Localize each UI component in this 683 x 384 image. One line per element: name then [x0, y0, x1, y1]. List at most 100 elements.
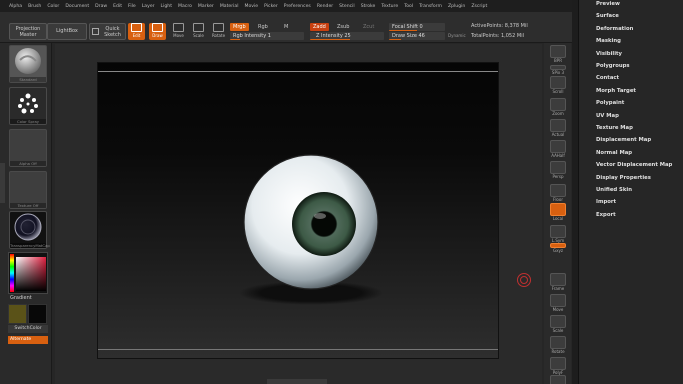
tool-menu-morph-target[interactable]: Morph Target: [596, 88, 636, 94]
tool-menu-display-properties[interactable]: Display Properties: [596, 175, 651, 181]
tool-menu-deformation[interactable]: Deformation: [596, 26, 633, 32]
dynamic-button[interactable]: Dynamic: [448, 33, 466, 38]
lightbox-button[interactable]: LightBox: [47, 23, 87, 40]
alpha-slot[interactable]: Alpha Off: [9, 129, 47, 167]
menu-texture[interactable]: Texture: [381, 4, 398, 9]
menu-marker[interactable]: Marker: [198, 4, 214, 9]
menu-material[interactable]: Material: [220, 4, 239, 9]
tool-menu-export[interactable]: Export: [596, 212, 616, 218]
focal-shift-slider[interactable]: Focal Shift 0: [389, 23, 445, 31]
polyf-icon: [550, 357, 566, 370]
viewport-bottom-handle[interactable]: [267, 379, 327, 384]
rgb-button[interactable]: Rgb: [255, 23, 271, 31]
menu-draw[interactable]: Draw: [95, 4, 107, 9]
quick-sketch-button[interactable]: Quick Sketch: [89, 23, 126, 40]
xyz-dock-button[interactable]: Gxyz: [547, 243, 569, 264]
menu-stencil[interactable]: Stencil: [339, 4, 355, 9]
move-dock-button[interactable]: Move: [547, 294, 569, 315]
zsub-button[interactable]: Zsub: [334, 23, 352, 31]
texture-slot[interactable]: Texture Off: [9, 171, 47, 209]
left-tray-handle[interactable]: [0, 163, 5, 203]
saturation-field[interactable]: [16, 257, 46, 291]
tool-menu-polygroups[interactable]: Polygroups: [596, 63, 630, 69]
main-color-swatch[interactable]: [8, 304, 27, 324]
quick-sketch-icon: [92, 28, 99, 35]
menu-zscript[interactable]: Zscript: [471, 4, 487, 9]
tool-menu-contact[interactable]: Contact: [596, 75, 619, 81]
color-picker[interactable]: [8, 252, 48, 294]
z-intensity-slider[interactable]: Z Intensity 25: [310, 32, 384, 40]
canvas-floor-line: [98, 349, 498, 350]
menu-tool[interactable]: Tool: [404, 4, 413, 9]
projection-master-button[interactable]: Projection Master: [9, 23, 47, 40]
local-dock-button[interactable]: Local: [547, 203, 569, 224]
brush-slot[interactable]: Standard: [9, 45, 47, 83]
scroll-dock-button[interactable]: Scroll: [547, 76, 569, 97]
eyeball-model[interactable]: [98, 63, 500, 360]
hue-strip[interactable]: [10, 254, 14, 292]
menu-render[interactable]: Render: [317, 4, 333, 9]
scale-tool-button[interactable]: Scale: [190, 23, 207, 40]
aahalf-label: AAHalf: [551, 153, 565, 158]
draw-size-slider[interactable]: Draw Size 46: [389, 32, 445, 40]
menu-light[interactable]: Light: [161, 4, 172, 9]
tool-menu-preview[interactable]: Preview: [596, 1, 620, 7]
texture-name: Texture Off: [10, 203, 46, 208]
menu-picker[interactable]: Picker: [264, 4, 278, 9]
menu-layer[interactable]: Layer: [142, 4, 155, 9]
material-slot[interactable]: TransparencyMatCap: [9, 211, 50, 249]
alternate-button[interactable]: Alternate: [8, 336, 48, 344]
tool-menu-unified-skin[interactable]: Unified Skin: [596, 187, 632, 193]
rotate-tool-button[interactable]: Rotate: [210, 23, 227, 40]
zcut-button[interactable]: Zcut: [360, 23, 377, 31]
tool-menu-uv-map[interactable]: UV Map: [596, 113, 619, 119]
tool-menu-surface[interactable]: Surface: [596, 13, 619, 19]
tool-menu-polypaint[interactable]: Polypaint: [596, 100, 624, 106]
aahalf-dock-button[interactable]: AAHalf: [547, 140, 569, 161]
menu-macro[interactable]: Macro: [178, 4, 192, 9]
menu-alpha[interactable]: Alpha: [9, 4, 22, 9]
menu-color[interactable]: Color: [47, 4, 59, 9]
floor-dock-button[interactable]: Floor: [547, 184, 569, 205]
menu-movie[interactable]: Movie: [244, 4, 258, 9]
tool-menu-displacement-map[interactable]: Displacement Map: [596, 137, 651, 143]
zadd-button[interactable]: Zadd: [310, 23, 329, 31]
tool-menu-normal-map[interactable]: Normal Map: [596, 150, 632, 156]
draw-tool-button[interactable]: Draw: [149, 23, 166, 40]
frame-dock-button[interactable]: Frame: [547, 273, 569, 294]
right-dock: BPR SPix 3 Scroll Zoom Actual AAHalf Persp Floo…: [544, 43, 571, 384]
rotate-dock-button[interactable]: Rotate: [547, 336, 569, 357]
gradient-label[interactable]: Gradient: [10, 295, 32, 301]
scale-dock-button[interactable]: Scale: [547, 315, 569, 336]
mrgb-button[interactable]: Mrgb: [230, 23, 249, 31]
menu-brush[interactable]: Brush: [28, 4, 41, 9]
tool-menu-import[interactable]: Import: [596, 199, 616, 205]
viewport[interactable]: [55, 44, 542, 384]
tool-menu-masking[interactable]: Masking: [596, 38, 621, 44]
rgb-intensity-slider[interactable]: Rgb Intensity 1: [230, 32, 304, 40]
persp-dock-button[interactable]: Persp: [547, 161, 569, 182]
zoom-dock-button[interactable]: Zoom: [547, 98, 569, 119]
menu-zplugin[interactable]: Zplugin: [448, 4, 465, 9]
move-tool-button[interactable]: Move: [170, 23, 187, 40]
m-button[interactable]: M: [281, 23, 291, 31]
switch-color-button[interactable]: SwitchColor: [8, 325, 48, 333]
total-points: TotalPoints: 1,052 Mil: [471, 33, 524, 39]
menu-transform[interactable]: Transform: [419, 4, 442, 9]
document-canvas[interactable]: [97, 62, 499, 359]
tool-menu-texture-map[interactable]: Texture Map: [596, 125, 633, 131]
transp-dock-button[interactable]: [547, 375, 569, 384]
tool-menu-visibility[interactable]: Visibility: [596, 51, 622, 57]
tool-menu-vector-displacement-map[interactable]: Vector Displacement Map: [596, 162, 672, 168]
menu-edit[interactable]: Edit: [113, 4, 122, 9]
secondary-color-swatch[interactable]: [28, 304, 47, 324]
menu-document[interactable]: Document: [65, 4, 89, 9]
actual-dock-button[interactable]: Actual: [547, 119, 569, 140]
stroke-slot[interactable]: Color Spray: [9, 87, 47, 125]
menu-preferences[interactable]: Preferences: [284, 4, 311, 9]
menu-file[interactable]: File: [128, 4, 136, 9]
sphere-dock-button[interactable]: BPR: [547, 45, 569, 66]
edit-tool-button[interactable]: Edit: [128, 23, 145, 40]
menu-stroke[interactable]: Stroke: [361, 4, 376, 9]
scale-label: Scale: [552, 328, 564, 333]
